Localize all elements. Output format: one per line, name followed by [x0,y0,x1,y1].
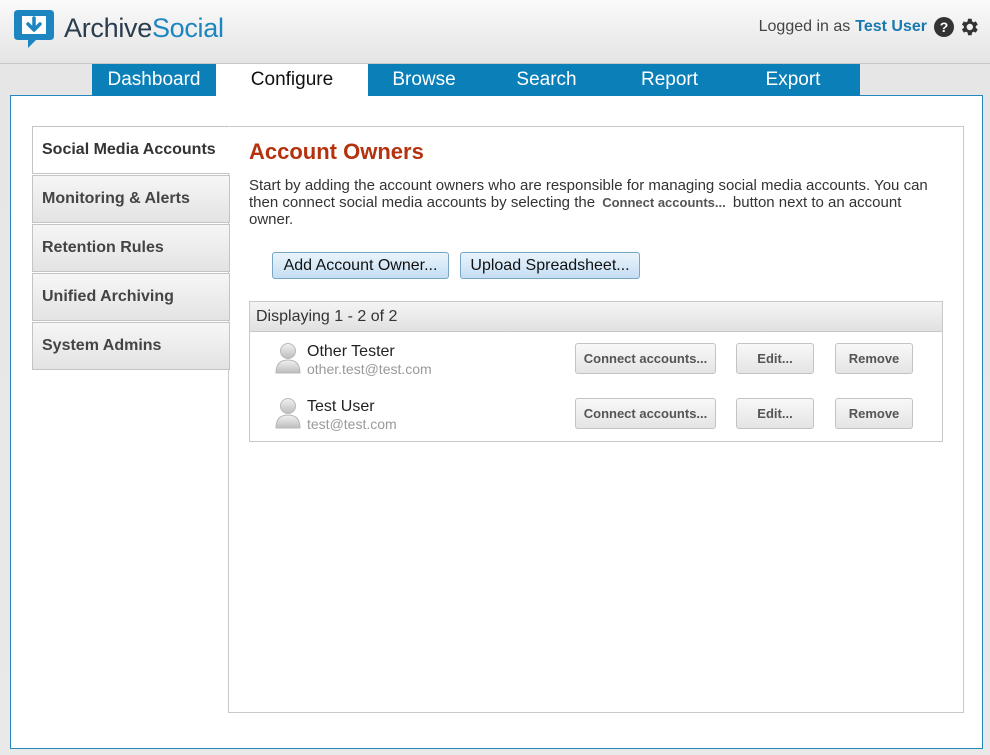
upload-spreadsheet-button[interactable]: Upload Spreadsheet... [460,252,640,279]
brand-part1: Archive [64,12,152,43]
owner-name: Other Tester [307,343,395,360]
app-header: ArchiveSocial Logged in as Test User ? [0,0,990,64]
sidebar-item-system-admins[interactable]: System Admins [32,322,230,370]
account-owner-list: Displaying 1 - 2 of 2 Other Tester other… [249,301,943,442]
gear-icon[interactable] [958,16,980,38]
remove-owner-button[interactable]: Remove [835,343,913,374]
user-avatar-icon [275,343,301,374]
edit-owner-button[interactable]: Edit... [736,398,814,429]
page-description: Start by adding the account owners who a… [249,177,949,228]
tab-search[interactable]: Search [480,64,613,96]
user-name-link[interactable]: Test User [855,18,927,36]
user-avatar-icon [275,398,301,429]
archivesocial-logo[interactable]: ArchiveSocial [12,6,224,50]
list-header: Displaying 1 - 2 of 2 [250,302,942,332]
owner-email: test@test.com [307,416,397,432]
main-nav: Dashboard Configure Browse Search Report… [92,64,860,96]
sidebar-item-unified-archiving[interactable]: Unified Archiving [32,273,230,321]
edit-owner-button[interactable]: Edit... [736,343,814,374]
table-row: Test User test@test.com Connect accounts… [250,391,942,441]
page-title: Account Owners [249,139,424,164]
help-icon[interactable]: ? [934,17,954,37]
sidebar-item-retention-rules[interactable]: Retention Rules [32,224,230,272]
brand-part2: Social [151,12,224,43]
connect-accounts-button[interactable]: Connect accounts... [575,398,716,429]
connect-accounts-button[interactable]: Connect accounts... [575,343,716,374]
add-account-owner-button[interactable]: Add Account Owner... [272,252,449,279]
table-row: Other Tester other.test@test.com Connect… [250,336,942,386]
user-bar: Logged in as Test User ? [759,16,980,38]
owner-email: other.test@test.com [307,361,432,377]
owner-name: Test User [307,398,375,415]
logged-in-label: Logged in as [758,18,851,35]
sidebar-item-monitoring-alerts[interactable]: Monitoring & Alerts [32,175,230,223]
inline-connect-accounts-label: Connect accounts... [602,195,726,210]
tab-configure[interactable]: Configure [216,64,368,96]
tab-dashboard[interactable]: Dashboard [92,64,216,96]
remove-owner-button[interactable]: Remove [835,398,913,429]
tab-browse[interactable]: Browse [368,64,480,96]
archive-logo-icon [14,10,54,48]
brand-name: ArchiveSocial [64,13,224,44]
tab-report[interactable]: Report [613,64,726,96]
tab-export[interactable]: Export [726,64,860,96]
sidebar-item-social-media-accounts[interactable]: Social Media Accounts [32,126,230,174]
